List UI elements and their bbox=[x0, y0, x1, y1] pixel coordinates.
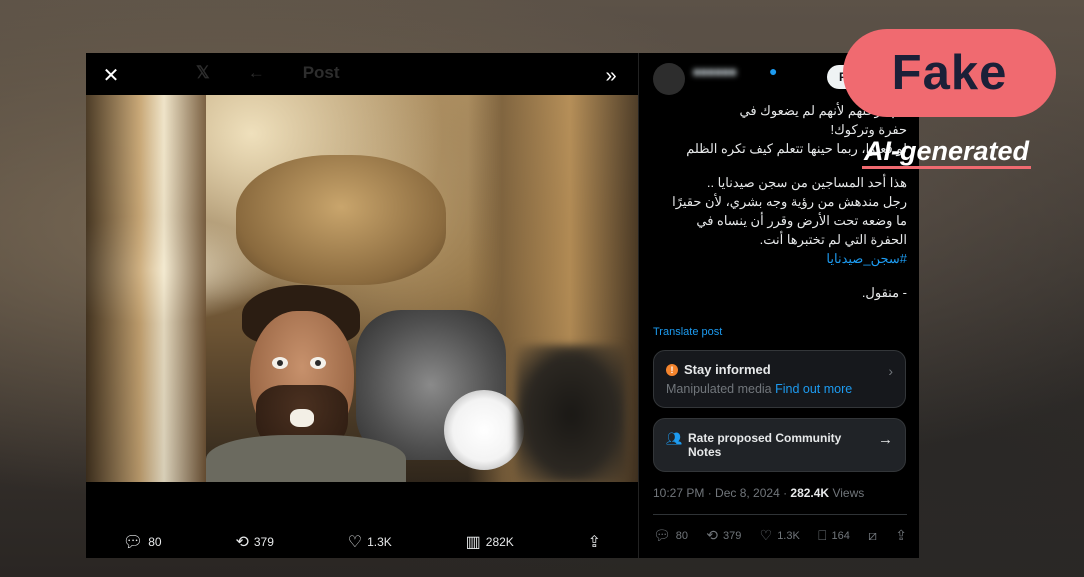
community-notes-title: Rate proposed Community Notes bbox=[688, 431, 842, 459]
views-label: Views bbox=[829, 486, 865, 500]
bookmark-icon: ⎕ bbox=[818, 527, 827, 543]
post-text: ‫هم فرحتهم لأنهم لم يضعوك في ‫حفرة وتركو… bbox=[653, 101, 907, 302]
chevron-right-icon: › bbox=[888, 363, 893, 379]
manipulated-media-label: Manipulated media bbox=[666, 382, 772, 396]
reply-count: 80 bbox=[148, 535, 162, 549]
post-side-pane: ■■■■■■ ● Fo ‫هم فرحتهم لأنهم لم يضعوك في… bbox=[638, 53, 919, 558]
share-icon: ⇪ bbox=[895, 527, 907, 543]
post-line: ‫هذا أحد المساجين من سجن صيدنايا .. bbox=[706, 175, 907, 190]
image-flashlight-beam bbox=[444, 390, 524, 470]
people-icon: 👥︎ bbox=[666, 431, 683, 446]
bookmark-button[interactable]: ⎕ 164 bbox=[818, 527, 850, 544]
like-button[interactable]: ♡ 1.3K bbox=[348, 532, 392, 552]
ai-generated-label: AI-generated bbox=[862, 136, 1032, 169]
stay-informed-card[interactable]: ! Stay informed Manipulated media Find o… bbox=[653, 350, 906, 408]
community-notes-card[interactable]: 👥︎ Rate proposed Community Notes → bbox=[653, 418, 906, 472]
find-out-more-link[interactable]: Find out more bbox=[775, 382, 852, 396]
views-count: 282K bbox=[485, 535, 514, 549]
bar-chart-icon: ▥ bbox=[465, 534, 481, 551]
post-signoff: - منقول. bbox=[861, 285, 907, 300]
avatar[interactable] bbox=[653, 63, 685, 95]
x-logo-icon: 𝕏 bbox=[196, 63, 210, 82]
viewer-topbar: ✕ 𝕏 ← Post » bbox=[86, 53, 638, 95]
fake-badge: Fake bbox=[843, 29, 1056, 117]
repost-count: 379 bbox=[253, 535, 274, 549]
like-count: 1.3K bbox=[777, 529, 800, 542]
author-name-redacted[interactable]: ■■■■■■ bbox=[693, 65, 737, 79]
post-line: ‫ما وضعه تحت الأرض وقرر أن ينساه في bbox=[696, 213, 907, 228]
chevron-double-right-icon: » bbox=[605, 65, 617, 87]
close-icon: ✕ bbox=[102, 65, 120, 87]
divider bbox=[653, 514, 907, 515]
share-button[interactable]: ⇪ bbox=[588, 532, 601, 552]
warning-icon: ! bbox=[666, 363, 678, 376]
like-count: 1.3K bbox=[367, 535, 392, 549]
reply-button[interactable]: 💬︎ 80 bbox=[653, 527, 688, 544]
post-image[interactable] bbox=[86, 95, 638, 482]
image-eye-left bbox=[272, 357, 288, 369]
post-meta: 10:27 PM · Dec 8, 2024 · 282.4K Views bbox=[653, 486, 864, 500]
image-mouth bbox=[290, 409, 314, 427]
reply-icon: 💬︎ bbox=[122, 534, 144, 551]
repost-button[interactable]: ⟲ 379 bbox=[706, 527, 741, 544]
translate-post-link[interactable]: Translate post bbox=[653, 326, 722, 338]
grok-icon: ⧄ bbox=[868, 527, 877, 543]
media-action-bar: 💬︎ 80 ⟲ 379 ♡ 1.3K ▥ 282K ⇪ bbox=[86, 529, 638, 555]
back-arrow-icon: ← bbox=[247, 63, 265, 82]
share-icon: ⇪ bbox=[587, 534, 602, 551]
stay-informed-title: ! Stay informed bbox=[666, 362, 771, 377]
reply-icon: 💬︎ bbox=[653, 527, 671, 543]
hashtag-link[interactable]: #سجن_صيدنايا bbox=[826, 251, 907, 266]
image-eye-right bbox=[310, 357, 326, 369]
views-total: 282.4K bbox=[790, 486, 830, 500]
post-timestamp[interactable]: 10:27 PM · Dec 8, 2024 · bbox=[653, 486, 790, 500]
like-button[interactable]: ♡ 1.3K bbox=[760, 527, 800, 544]
media-pane: ✕ 𝕏 ← Post » 💬︎ 80 ⟲ 379 ♡ 1.3K ▥ 282K ⇪ bbox=[86, 53, 638, 558]
stay-informed-subtitle: Manipulated media Find out more bbox=[666, 382, 852, 396]
ghost-header: 𝕏 ← Post bbox=[196, 63, 340, 83]
media-viewer: ✕ 𝕏 ← Post » 💬︎ 80 ⟲ 379 ♡ 1.3K ▥ 282K ⇪… bbox=[86, 53, 919, 558]
post-line: ‫الحفرة التي لم تختبرها أنت. bbox=[759, 232, 907, 247]
close-button[interactable]: ✕ bbox=[98, 63, 124, 89]
header-title: Post bbox=[302, 63, 340, 82]
image-boulder bbox=[236, 155, 446, 285]
reply-button[interactable]: 💬︎ 80 bbox=[123, 532, 162, 552]
arrow-right-icon: → bbox=[878, 431, 893, 448]
share-button[interactable]: ⇪ bbox=[895, 527, 907, 544]
grok-button[interactable]: ⧄ bbox=[868, 527, 877, 544]
reply-count: 80 bbox=[675, 529, 689, 542]
expand-button[interactable]: » bbox=[598, 63, 624, 89]
bookmark-count: 164 bbox=[831, 529, 850, 542]
image-shoulders bbox=[206, 435, 406, 482]
repost-button[interactable]: ⟲ 379 bbox=[235, 532, 273, 552]
heart-icon: ♡ bbox=[347, 534, 363, 551]
verified-badge-icon: ● bbox=[769, 63, 778, 79]
post-action-bar: 💬︎ 80 ⟲ 379 ♡ 1.3K ⎕ 164 ⧄ ⇪ bbox=[653, 527, 907, 544]
post-line: ‫رجل مندهش من رؤية وجه بشري، لأن حقيرًا bbox=[672, 194, 907, 209]
repost-icon: ⟲ bbox=[706, 527, 719, 543]
heart-icon: ♡ bbox=[759, 527, 773, 543]
repost-icon: ⟲ bbox=[235, 534, 249, 551]
stay-informed-label: Stay informed bbox=[684, 362, 771, 377]
image-flashlight bbox=[516, 345, 626, 482]
repost-count: 379 bbox=[723, 529, 742, 542]
views-button[interactable]: ▥ 282K bbox=[466, 532, 514, 552]
image-wall-left bbox=[86, 95, 206, 482]
